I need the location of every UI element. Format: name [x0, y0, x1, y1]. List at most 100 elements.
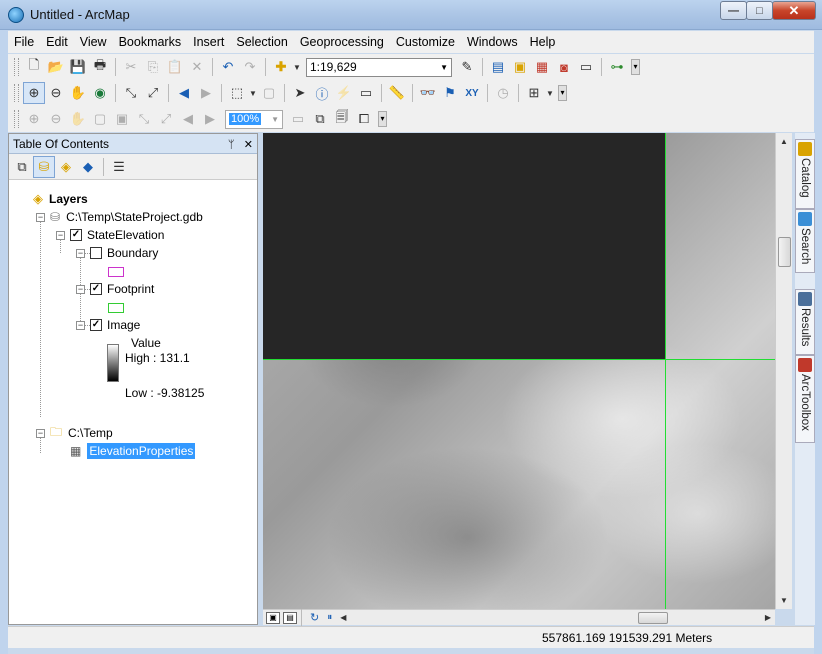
chevron-down-icon[interactable]: ▼ — [292, 56, 302, 78]
undo-icon[interactable]: ↶ — [217, 56, 239, 78]
paste-icon[interactable]: 📋 — [164, 56, 186, 78]
clear-selection-icon[interactable]: ▢ — [258, 82, 280, 104]
map-scale-select[interactable]: 1:19,629 ▼ — [306, 57, 452, 77]
select-features-icon[interactable]: ⬚ — [226, 82, 248, 104]
menu-file[interactable]: File — [8, 31, 40, 53]
scroll-down-icon[interactable]: ▼ — [776, 592, 792, 609]
scroll-up-icon[interactable]: ▲ — [776, 133, 792, 150]
layers-dataframe[interactable]: ◈ Layers — [33, 190, 88, 208]
time-slider-icon[interactable]: ◷ — [492, 82, 514, 104]
editor-toolbar-icon[interactable]: ✎ — [456, 56, 478, 78]
maximize-button[interactable]: □ — [746, 1, 773, 20]
delete-icon[interactable]: ✕ — [186, 56, 208, 78]
collapse-icon[interactable]: − — [76, 284, 85, 294]
scroll-thumb[interactable] — [638, 612, 668, 624]
menu-windows[interactable]: Windows — [461, 31, 524, 53]
toolbar-grip[interactable] — [14, 58, 19, 76]
fixed-zoom-in-layout-icon[interactable]: ⤡ — [133, 108, 155, 130]
arctoolbox-icon[interactable]: ◙ — [553, 56, 575, 78]
collapse-icon[interactable]: − — [76, 320, 85, 330]
menu-bookmarks[interactable]: Bookmarks — [113, 31, 188, 53]
full-extent-globe-icon[interactable]: ◉ — [89, 82, 111, 104]
search-window-icon[interactable]: ▦ — [531, 56, 553, 78]
toolbar-grip[interactable] — [14, 84, 19, 102]
measure-icon[interactable]: 📏 — [386, 82, 408, 104]
back-extent-icon[interactable]: ◀ — [173, 82, 195, 104]
zoom-percent-select[interactable]: 100% ▼ — [225, 109, 283, 129]
print-icon[interactable]: 🖶 — [89, 56, 111, 78]
model-builder-icon[interactable]: ⊶ — [606, 56, 628, 78]
focus-data-frame-icon[interactable]: ⧉ — [309, 108, 331, 130]
menu-geoprocessing[interactable]: Geoprocessing — [294, 31, 390, 53]
list-by-source-icon[interactable]: ⛁ — [33, 155, 55, 178]
visibility-checkbox[interactable]: ✓ — [70, 229, 82, 241]
menu-customize[interactable]: Customize — [390, 31, 461, 53]
scroll-right-icon[interactable]: ▶ — [765, 613, 771, 622]
menu-help[interactable]: Help — [524, 31, 562, 53]
table-window-icon[interactable]: ▤ — [487, 56, 509, 78]
visibility-checkbox[interactable] — [90, 247, 102, 259]
catalog-window-icon[interactable]: ▣ — [509, 56, 531, 78]
minimize-button[interactable]: — — [720, 1, 747, 20]
collapse-icon[interactable]: − — [56, 230, 65, 240]
fixed-zoom-out-icon[interactable]: ⤢ — [142, 82, 164, 104]
menu-insert[interactable]: Insert — [187, 31, 230, 53]
python-window-icon[interactable]: ▭ — [575, 56, 597, 78]
folder-node[interactable]: − 🗀 C:\Temp — [36, 424, 113, 442]
boundary-symbol[interactable] — [108, 267, 124, 277]
go-forward-extent-icon[interactable]: ▶ — [199, 108, 221, 130]
map-horizontal-scrollbar[interactable]: ▣ ▤ ↻ ⏸ ◀ ▶ — [263, 608, 775, 627]
data-driven-pages-icon[interactable]: ⧠ — [353, 108, 375, 130]
add-data-icon[interactable]: ✚ — [270, 56, 292, 78]
scroll-thumb[interactable] — [778, 237, 791, 267]
zoom-100-icon[interactable]: ▣ — [111, 108, 133, 130]
identify-icon[interactable]: ⓘ — [311, 82, 333, 104]
fixed-zoom-in-icon[interactable]: ⤡ — [120, 82, 142, 104]
redo-icon[interactable]: ↷ — [239, 56, 261, 78]
layout-zoom-out-icon[interactable]: ⊖ — [45, 108, 67, 130]
copy-icon[interactable]: ⎘ — [142, 56, 164, 78]
catalog-tab[interactable]: Catalog — [795, 139, 815, 209]
menu-edit[interactable]: Edit — [40, 31, 74, 53]
save-icon[interactable]: 💾 — [67, 56, 89, 78]
zoom-in-icon[interactable]: ⊕ — [23, 82, 45, 104]
search-tab[interactable]: Search — [795, 209, 815, 273]
map-display[interactable] — [263, 133, 775, 609]
group-layer-stateelevation[interactable]: − ✓ StateElevation — [56, 226, 164, 244]
table-node[interactable]: ▦ ElevationProperties — [70, 442, 196, 460]
chevron-down-icon[interactable]: ▼ — [545, 82, 555, 104]
layout-pan-icon[interactable]: ✋ — [67, 108, 89, 130]
find-route-icon[interactable]: ⚑ — [439, 82, 461, 104]
cut-icon[interactable]: ✂ — [120, 56, 142, 78]
list-by-drawing-order-icon[interactable]: ⧉ — [11, 156, 33, 178]
hyperlink-icon[interactable]: ⚡ — [333, 82, 355, 104]
fixed-zoom-out-layout-icon[interactable]: ⤢ — [155, 108, 177, 130]
options-icon[interactable]: ☰ — [108, 156, 130, 178]
create-viewer-window-icon[interactable]: ⊞ — [523, 82, 545, 104]
select-elements-arrow-icon[interactable]: ➤ — [289, 82, 311, 104]
map-vertical-scrollbar[interactable]: ▲ ▼ — [775, 133, 792, 609]
pan-hand-icon[interactable]: ✋ — [67, 82, 89, 104]
visibility-checkbox[interactable]: ✓ — [90, 319, 102, 331]
toolbar-options-icon[interactable]: ▾ — [631, 59, 640, 75]
html-popup-icon[interactable]: ▭ — [355, 82, 377, 104]
arctoolbox-tab[interactable]: ArcToolbox — [795, 355, 815, 443]
new-document-icon[interactable]: 🗋 — [23, 56, 45, 78]
list-by-selection-icon[interactable]: ◆ — [77, 156, 99, 178]
layer-footprint[interactable]: − ✓ Footprint — [76, 280, 154, 298]
toolbar-grip[interactable] — [14, 110, 19, 128]
open-folder-icon[interactable]: 📂 — [45, 56, 67, 78]
collapse-icon[interactable]: − — [36, 428, 45, 438]
gdb-node[interactable]: − ⛁ C:\Temp\StateProject.gdb — [36, 208, 203, 226]
pause-drawing-icon[interactable]: ⏸ — [327, 612, 332, 623]
footprint-symbol[interactable] — [108, 303, 124, 313]
data-view-icon[interactable]: ▣ — [266, 611, 280, 624]
toolbar-options-icon[interactable]: ▾ — [558, 85, 567, 101]
toggle-draft-mode-icon[interactable]: ▭ — [287, 108, 309, 130]
menu-view[interactable]: View — [74, 31, 113, 53]
collapse-icon[interactable]: − — [76, 248, 85, 258]
close-icon[interactable]: ✕ — [244, 139, 253, 151]
pin-icon[interactable]: ᛘ — [228, 139, 235, 151]
list-by-visibility-icon[interactable]: ◈ — [55, 156, 77, 178]
results-tab[interactable]: Results — [795, 289, 815, 355]
